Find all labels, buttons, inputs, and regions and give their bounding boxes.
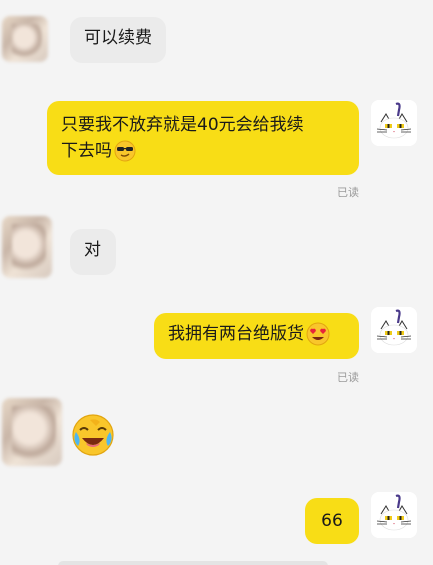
message-text: 对 [84,240,101,260]
message-text: 下去吗 [61,141,112,161]
read-status: 已读 [337,371,359,384]
read-status: 已读 [337,186,359,199]
cool-sunglasses-emoji-icon [114,140,136,162]
message-bubble-outgoing[interactable]: 只要我不放弃就是40元会给我续 下去吗 [47,101,359,175]
contact-avatar[interactable] [2,216,52,278]
contact-avatar[interactable] [2,398,62,466]
cat-avatar-icon [371,307,417,353]
message-bubble-incoming[interactable]: 对 [70,229,116,275]
my-avatar[interactable] [371,100,417,146]
contact-avatar[interactable] [2,16,48,62]
heart-eyes-emoji-icon [306,322,330,346]
message-bubble-outgoing[interactable]: 我拥有两台绝版货 [154,313,359,359]
my-avatar[interactable] [371,307,417,353]
message-text: 可以续费 [84,28,152,48]
message-text: 我拥有两台绝版货 [168,324,304,344]
laughing-crying-emoji-icon[interactable] [70,412,116,458]
cat-avatar-icon [371,492,417,538]
message-bubble-outgoing[interactable]: 66 [305,498,359,544]
message-text: 只要我不放弃就是40元会给我续 [61,115,304,135]
chat-view: 可以续费 只要我不放弃就是40元会给我续 下去吗 已读 对 我拥有两台绝版货 已… [0,0,433,565]
cat-avatar-icon [371,100,417,146]
message-bubble-incoming[interactable]: 可以续费 [70,17,166,63]
next-message-partial [58,561,328,565]
message-text: 66 [321,511,343,531]
my-avatar[interactable] [371,492,417,538]
